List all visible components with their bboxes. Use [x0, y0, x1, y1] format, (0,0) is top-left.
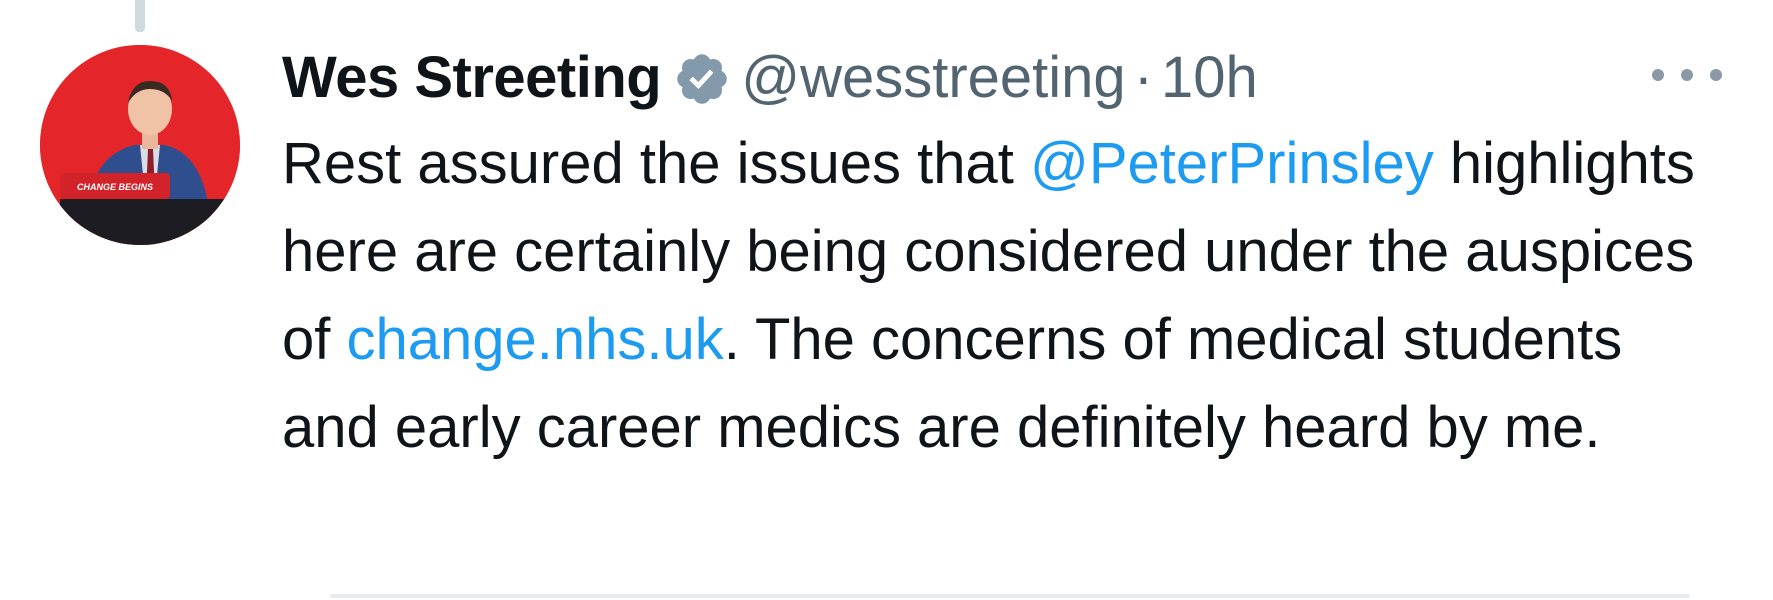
more-options-icon[interactable]	[1652, 60, 1722, 90]
avatar-photo: CHANGE BEGINS	[40, 45, 240, 245]
thread-connector-line	[135, 0, 145, 32]
author-handle[interactable]: @wesstreeting	[741, 38, 1125, 118]
tweet: Wes Streeting @wesstreeting · 10h Rest a…	[282, 38, 1722, 472]
avatar-sign-text: CHANGE BEGINS	[77, 182, 153, 192]
author-name[interactable]: Wes Streeting	[282, 38, 662, 118]
divider	[330, 594, 1690, 598]
more-dot	[1681, 69, 1693, 81]
tweet-text: Rest assured the issues that @PeterPrins…	[282, 120, 1722, 472]
mention-link[interactable]: @PeterPrinsley	[1030, 131, 1434, 196]
separator-dot: ·	[1133, 45, 1154, 110]
tweet-header: Wes Streeting @wesstreeting · 10h	[282, 38, 1722, 118]
tweet-text-part: Rest assured the issues that	[282, 131, 1030, 196]
more-dot	[1710, 69, 1722, 81]
avatar[interactable]: CHANGE BEGINS	[40, 45, 240, 245]
url-link[interactable]: change.nhs.uk	[347, 307, 724, 372]
verified-badge-icon[interactable]	[673, 49, 731, 107]
timestamp[interactable]: 10h	[1161, 38, 1258, 118]
more-dot	[1652, 69, 1664, 81]
